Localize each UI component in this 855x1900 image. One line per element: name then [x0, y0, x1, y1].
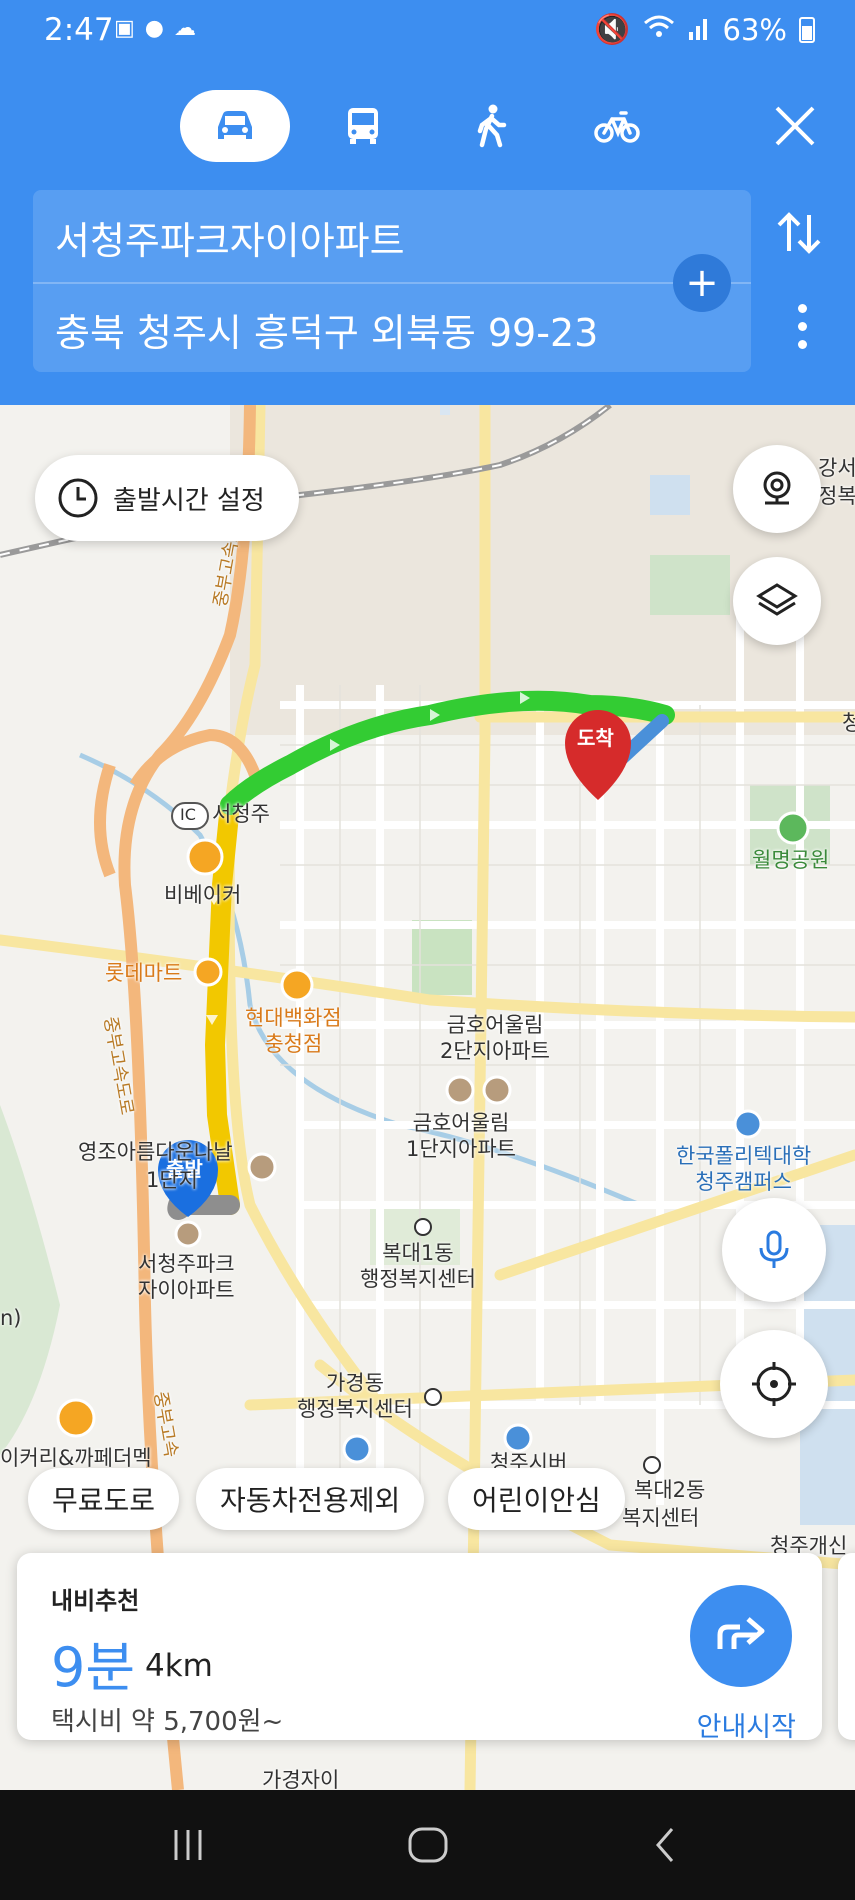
- route-divider: [33, 282, 751, 284]
- cloud-icon: ☁: [174, 16, 196, 41]
- notification-icons: ▣ ● ☁: [114, 16, 196, 41]
- header: 2:47 ▣ ● ☁ 🔇 63% 서청주파크자이아파트 충북 청주시 흥덕구 외…: [0, 0, 855, 405]
- close-icon[interactable]: [765, 96, 825, 156]
- system-navigation-bar: [0, 1790, 855, 1900]
- battery-text: 63%: [722, 12, 787, 47]
- map-label-bokdae2[interactable]: 복대2동: [634, 1477, 705, 1503]
- taxi-fare: 택시비 약 5,700원~: [51, 1707, 284, 1737]
- clock-icon: [58, 478, 98, 518]
- voice-search-button[interactable]: [722, 1198, 826, 1302]
- recent-apps-icon[interactable]: [168, 1825, 208, 1865]
- departure-time-button[interactable]: 출발시간 설정: [35, 455, 299, 541]
- route-inputs: 서청주파크자이아파트 충북 청주시 흥덕구 외북동 99-23 +: [33, 190, 751, 372]
- filter-free-road[interactable]: 무료도로: [28, 1468, 180, 1530]
- my-location-button[interactable]: [720, 1330, 828, 1438]
- more-options-button[interactable]: [793, 300, 811, 360]
- filter-no-expressway[interactable]: 자동차전용제외: [196, 1468, 425, 1530]
- map-label-gangseo[interactable]: 강서: [818, 455, 855, 481]
- route-type-title: 내비추천: [51, 1587, 140, 1615]
- route-distance: 4km: [145, 1648, 213, 1684]
- map-label-youngjo[interactable]: 영조아름다운나날: [78, 1139, 233, 1165]
- mode-car-button[interactable]: [180, 90, 290, 162]
- add-waypoint-button[interactable]: +: [673, 254, 731, 312]
- next-route-card[interactable]: [838, 1553, 855, 1740]
- start-navigation-button[interactable]: [690, 1585, 792, 1687]
- swap-route-icon[interactable]: [771, 205, 827, 261]
- map-label-kumho2[interactable]: 금호어울림 2단지아파트: [440, 1012, 550, 1065]
- bus-icon: [348, 108, 378, 144]
- map-label-left-edge: n): [0, 1306, 22, 1330]
- map-label-gagyeong[interactable]: 가경동 행정복지센터: [297, 1370, 413, 1423]
- end-marker-label[interactable]: 도착: [577, 726, 614, 751]
- navigation-icon: [717, 1617, 765, 1649]
- map-label-bokdae2b: 복지센터: [622, 1506, 700, 1530]
- layers-icon: [756, 583, 798, 616]
- departure-time-label: 출발시간 설정: [113, 485, 265, 516]
- transport-modes: [0, 90, 855, 162]
- street-view-icon: [763, 471, 791, 505]
- home-icon[interactable]: [406, 1825, 450, 1865]
- microphone-icon: [759, 1230, 789, 1268]
- signal-icon: [687, 13, 711, 47]
- crosshair-icon: [752, 1362, 796, 1406]
- status-bar: 2:47 ▣ ● ☁ 🔇 63%: [0, 0, 855, 62]
- status-time: 2:47: [44, 12, 114, 48]
- layers-button[interactable]: [733, 557, 821, 645]
- map-label-gangseo2: 정복: [818, 484, 855, 508]
- map-label-gagyeong-bottom: 가경자이: [262, 1768, 340, 1790]
- route-summary-card[interactable]: 내비추천 9분 4km 택시비 약 5,700원~ 안내시작: [17, 1553, 822, 1743]
- street-view-button[interactable]: [733, 445, 821, 533]
- map-label-hyundai[interactable]: 현대백화점 충청점: [245, 1005, 342, 1058]
- route-duration: 9분: [51, 1636, 136, 1699]
- map-label-lotte-mart[interactable]: 롯데마트: [105, 960, 182, 986]
- back-icon[interactable]: [650, 1825, 680, 1865]
- status-right: 🔇 63%: [594, 12, 815, 47]
- mode-bus-button[interactable]: [308, 90, 418, 162]
- destination-field[interactable]: 충북 청주시 흥덕구 외북동 99-23: [55, 302, 598, 357]
- wifi-icon: [643, 13, 675, 47]
- talk-icon: ●: [144, 16, 164, 41]
- origin-field[interactable]: 서청주파크자이아파트: [55, 210, 405, 265]
- plus-icon: +: [685, 260, 719, 306]
- map-label-polytech[interactable]: 한국폴리텍대학 청주캠퍼스: [676, 1143, 811, 1196]
- start-navigation-label[interactable]: 안내시작: [697, 1705, 796, 1744]
- map-label-wolmyeong[interactable]: 월명공원: [752, 847, 829, 873]
- mute-icon: 🔇: [594, 12, 631, 46]
- map-label-bokdae[interactable]: 복대1동 행정복지센터: [360, 1240, 476, 1293]
- map-label-youngjo2[interactable]: 1단지: [146, 1167, 198, 1193]
- mode-walk-button[interactable]: [436, 90, 546, 162]
- battery-icon: [799, 16, 815, 43]
- gallery-icon: ▣: [114, 16, 135, 41]
- map-label-right-edge: 청: [842, 711, 855, 735]
- map-label-start-apt[interactable]: 서청주파크 자이아파트: [138, 1251, 235, 1304]
- mode-bike-button[interactable]: [562, 90, 672, 162]
- map-label-bibeiker[interactable]: 비베이커: [164, 882, 241, 908]
- map-label-kumho1[interactable]: 금호어울림 1단지아파트: [406, 1110, 516, 1163]
- car-icon: [218, 111, 252, 139]
- bike-icon: [594, 111, 640, 143]
- filter-child-safe[interactable]: 어린이안심: [448, 1468, 625, 1530]
- ic-badge: IC: [180, 805, 196, 824]
- map-label-seocheongju[interactable]: 서청주: [212, 801, 270, 827]
- walk-icon: [477, 104, 507, 148]
